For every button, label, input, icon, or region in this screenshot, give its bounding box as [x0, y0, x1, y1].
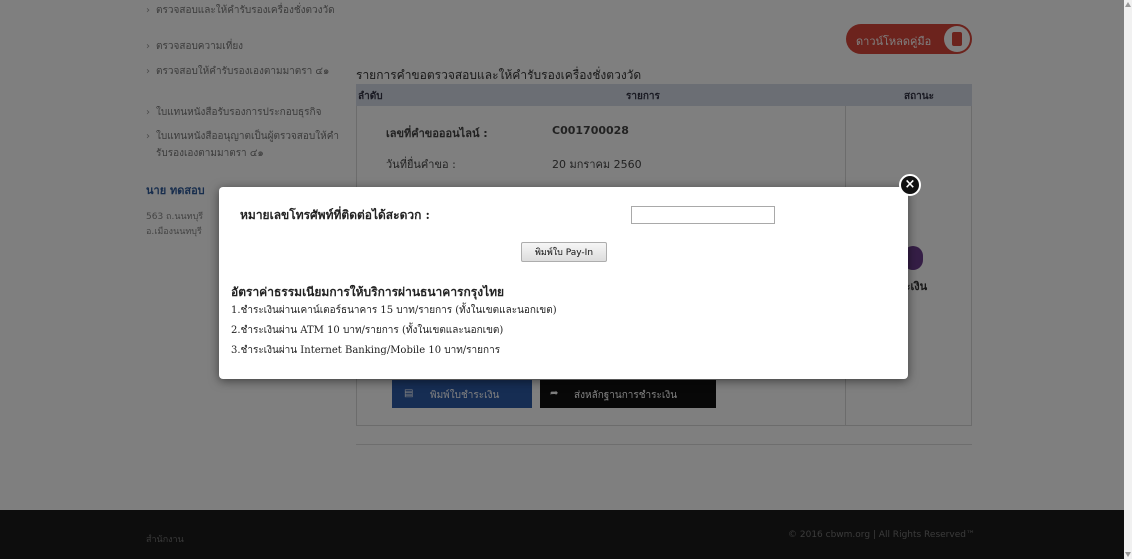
fee-line: 1.ชำระเงินผ่านเคาน์เตอร์ธนาคาร 15 บาท/รา… [231, 305, 557, 316]
scroll-up-arrow-icon[interactable] [1125, 2, 1131, 7]
fee-line: 2.ชำระเงินผ่าน ATM 10 บาท/รายการ (ทั้งใน… [231, 325, 504, 336]
page-scrollbar[interactable] [1124, 0, 1132, 559]
payin-modal: หมายเลขโทรศัพท์ที่ติดต่อได้สะดวก : พิมพ์… [219, 187, 908, 379]
fee-line: 3.ชำระเงินผ่าน Internet Banking/Mobile 1… [231, 345, 501, 356]
close-icon[interactable]: × [899, 174, 921, 196]
scroll-down-arrow-icon[interactable] [1125, 552, 1131, 557]
fee-title: อัตราค่าธรรมเนียมการให้บริการผ่านธนาคารก… [231, 285, 505, 299]
phone-input[interactable] [631, 206, 775, 224]
print-payin-button[interactable]: พิมพ์ใบ Pay-In [521, 242, 607, 262]
phone-label: หมายเลขโทรศัพท์ที่ติดต่อได้สะดวก : [240, 208, 430, 222]
